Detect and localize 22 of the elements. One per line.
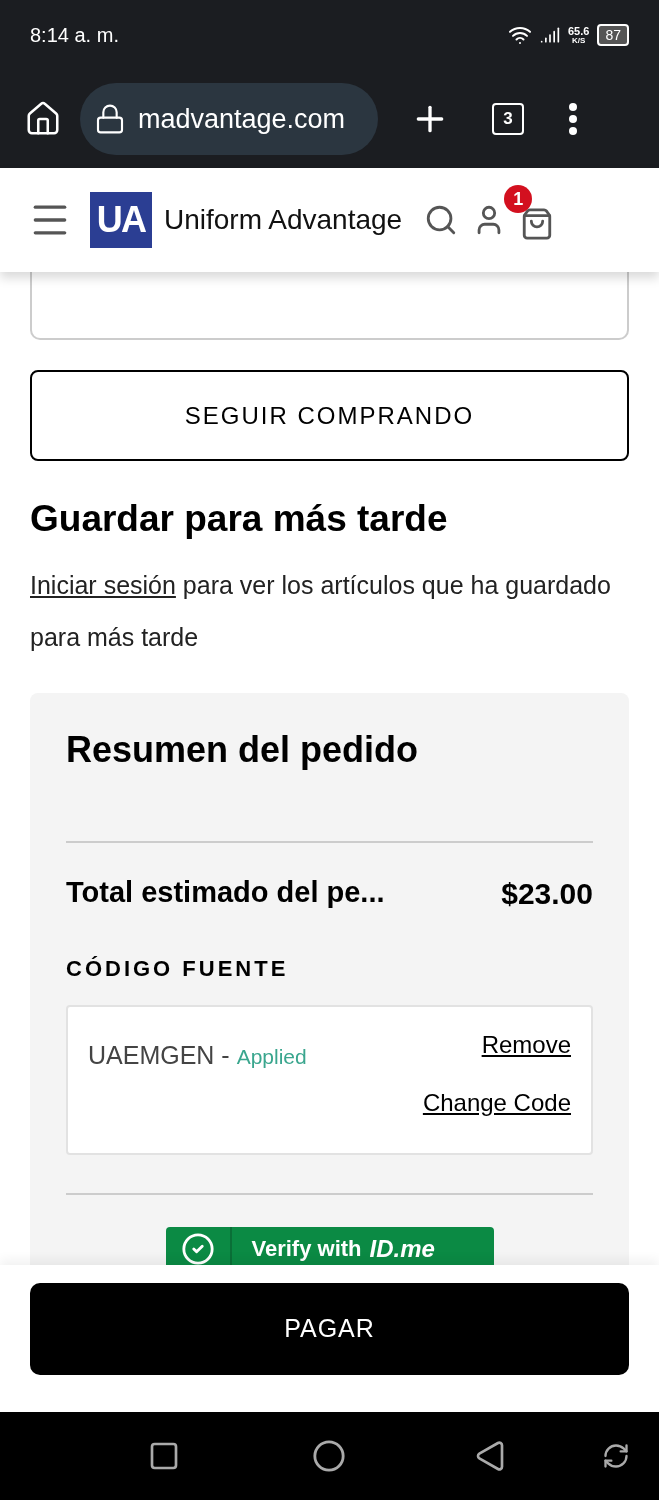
summary-title: Resumen del pedido [66,727,420,772]
pay-button[interactable]: PAGAR [30,1283,629,1375]
total-value: $23.00 [501,875,593,912]
brand-logo[interactable]: UA [90,192,152,248]
sign-in-link[interactable]: Iniciar sesión [30,570,176,599]
brand-name[interactable]: Uniform Advantage [164,199,403,241]
cart-count-badge: 1 [504,185,533,213]
section-title: Guardar para más tarde [30,497,449,541]
battery-icon: 87 [597,24,629,46]
network-speed: 65.6 [568,25,590,37]
url-bar[interactable]: madvantage.com [80,83,378,155]
continue-shopping-button[interactable]: SEGUIR COMPRANDO [30,370,629,461]
total-label: Total estimado del pe... [66,875,385,911]
verify-idme-button[interactable]: Verify with ID.me [165,1226,494,1265]
source-code-label: CÓDIGO FUENTE [66,954,290,983]
tab-count-button[interactable]: 3 [492,103,524,135]
change-code-link[interactable]: Change Code [422,1084,571,1121]
speed-unit: K/S [572,36,586,45]
applied-code: UAEMGEN - Applied [88,1039,307,1071]
status-time: 8:14 a. m. [30,23,119,48]
sign-in-text: Iniciar sesión para ver los artículos que ha guardado para más tarde [30,569,612,653]
remove-link[interactable]: Remove [481,1026,571,1063]
